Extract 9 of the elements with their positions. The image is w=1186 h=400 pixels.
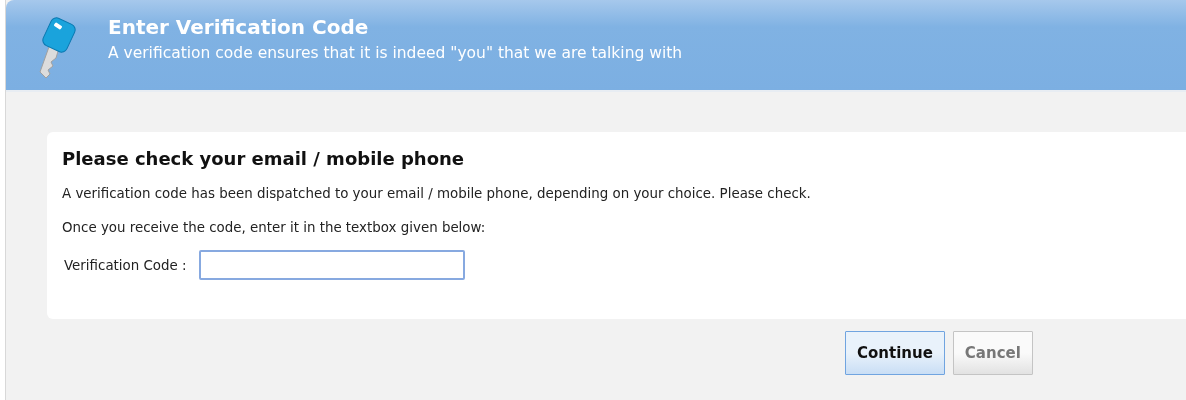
page-subtitle: A verification code ensures that it is indeed "you" that we are talking with <box>108 44 683 62</box>
continue-button[interactable]: Continue <box>845 331 945 375</box>
card-heading: Please check your email / mobile phone <box>62 148 466 169</box>
verification-code-field[interactable] <box>198 250 465 280</box>
instruction-text: A verification code has been dispatched to your email / mobile phone, depending on your choice. Please check. <box>62 186 812 201</box>
cancel-button[interactable]: Cancel <box>952 331 1033 375</box>
instruction-text: Once you receive the code, enter it in the textbox given below: <box>62 220 487 235</box>
field-label: Verification Code : <box>64 257 187 273</box>
page-title: Enter Verification Code <box>108 15 370 39</box>
